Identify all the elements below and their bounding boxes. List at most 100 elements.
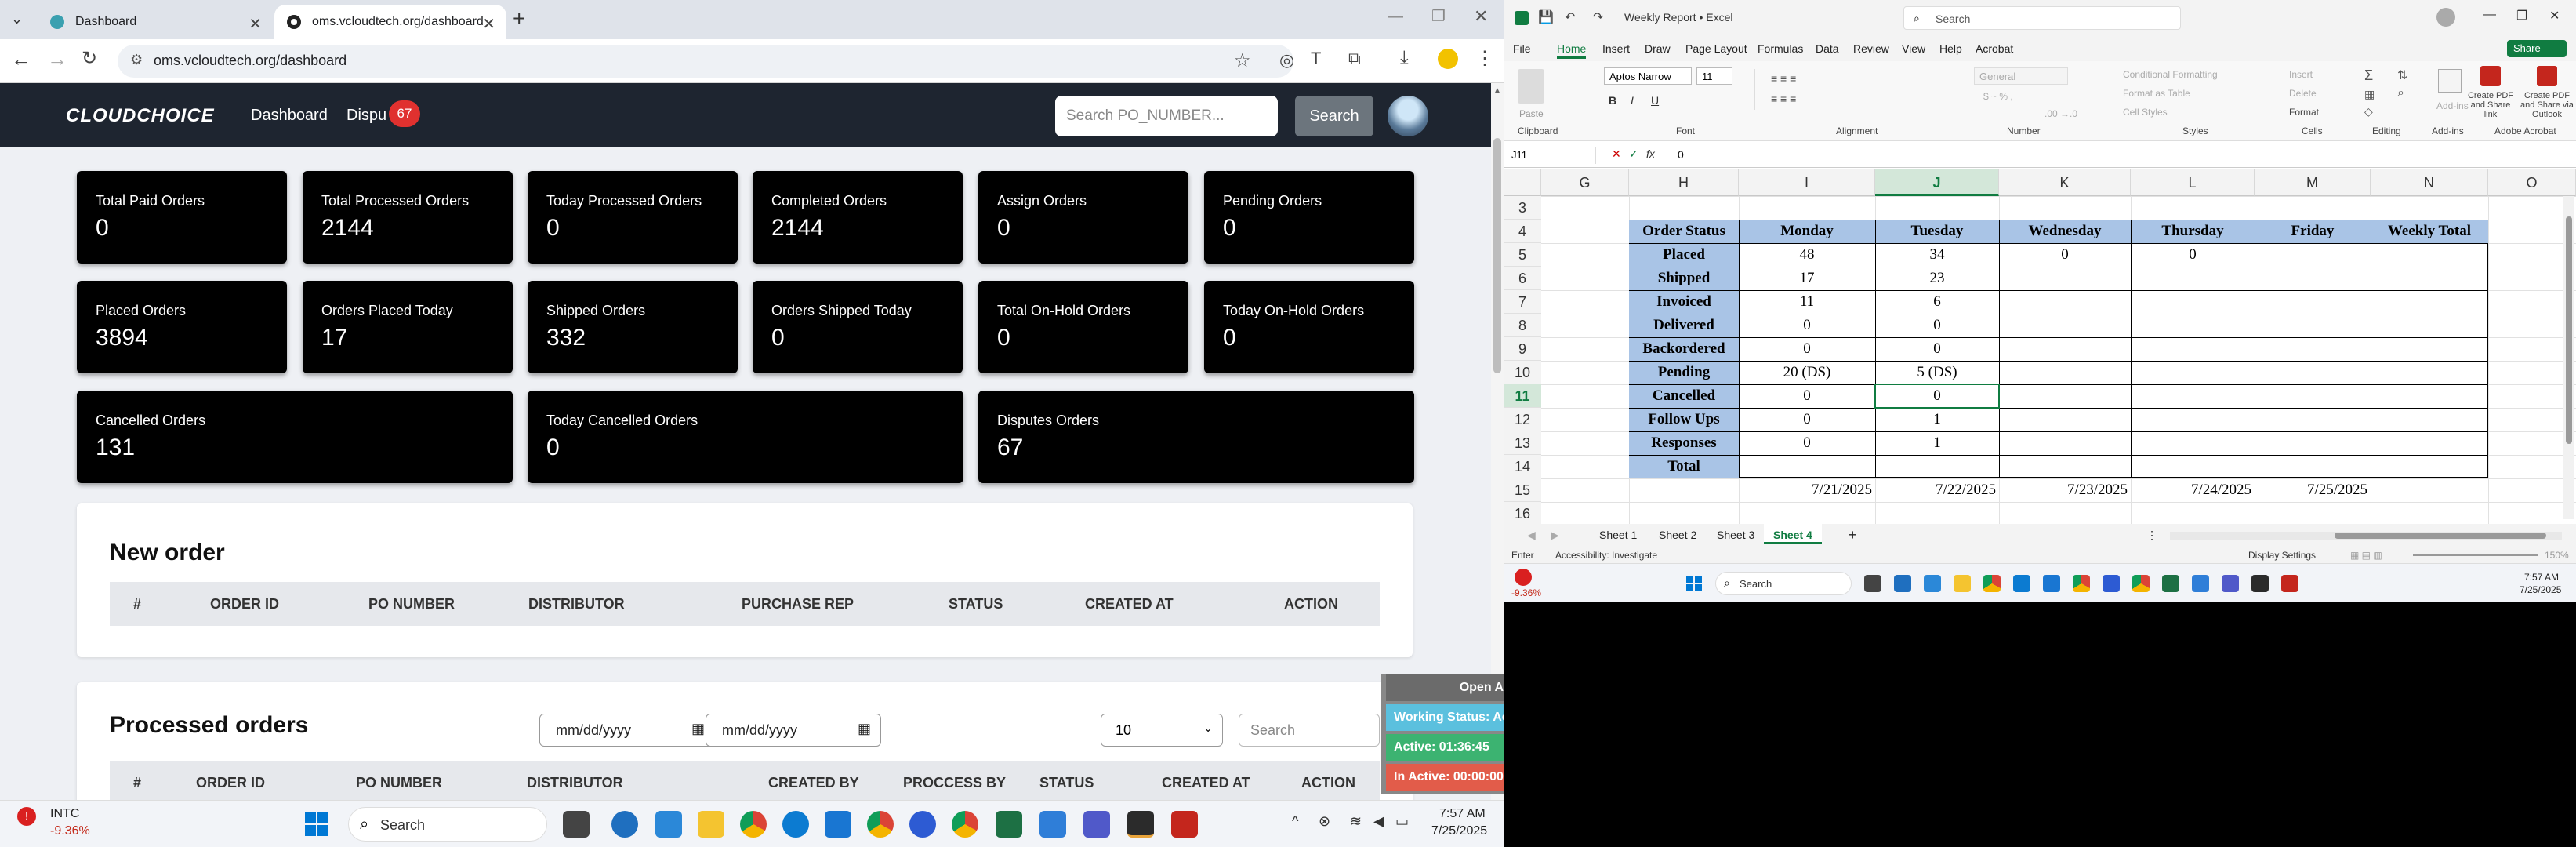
zoom-slider[interactable] <box>2413 554 2538 556</box>
app-icon[interactable] <box>1039 811 1066 838</box>
data-cell[interactable] <box>2371 384 2488 408</box>
stat-card[interactable]: Shipped Orders 332 <box>528 281 738 373</box>
app-icon[interactable] <box>2192 575 2209 592</box>
tab-oms-dashboard[interactable]: oms.vcloudtech.org/dashboard ✕ <box>274 5 506 39</box>
clear-icon[interactable]: ◇ <box>2364 105 2373 118</box>
number-format-select[interactable]: General <box>1974 67 2068 85</box>
nav-disputes[interactable]: Dispu <box>346 107 386 125</box>
create-pdf-icon[interactable] <box>2480 66 2501 86</box>
date-cell[interactable]: 7/23/2025 <box>1999 478 2131 502</box>
show-hidden-icons-icon[interactable]: ^ <box>1292 813 1298 830</box>
date-cell[interactable]: 7/22/2025 <box>1875 478 1999 502</box>
status-label-cell[interactable]: Backordered <box>1629 337 1739 361</box>
data-cell[interactable]: 0 <box>1739 431 1875 455</box>
save-icon[interactable]: 💾 <box>1538 9 1554 25</box>
data-cell[interactable]: 34 <box>1875 243 1999 267</box>
row-header[interactable]: 8 <box>1504 314 1541 337</box>
stat-card[interactable]: Total Paid Orders 0 <box>77 171 287 264</box>
col-header[interactable]: PURCHASE REP <box>742 596 854 613</box>
excel-search-box[interactable]: ⌕ Search <box>1903 6 2181 30</box>
data-cell[interactable]: 11 <box>1739 290 1875 314</box>
stat-card[interactable]: Placed Orders 3894 <box>77 281 287 373</box>
row-header[interactable]: 3 <box>1504 196 1541 220</box>
formula-input[interactable]: 0 <box>1678 148 1684 161</box>
confirm-entry-icon[interactable]: ✓ <box>1629 147 1638 161</box>
redo-icon[interactable]: ↷ <box>1593 9 1603 25</box>
data-cell[interactable] <box>2371 431 2488 455</box>
col-header[interactable]: CREATED BY <box>768 775 859 791</box>
ribbon-tab-file[interactable]: File <box>1513 42 1531 55</box>
col-header[interactable]: DISTRIBUTOR <box>527 775 623 791</box>
share-button[interactable]: Share <box>2507 40 2567 57</box>
back-icon[interactable]: ← <box>11 47 31 71</box>
data-cell[interactable]: 0 <box>1875 337 1999 361</box>
data-cell[interactable]: 23 <box>1875 267 1999 290</box>
acrobat-icon[interactable] <box>1171 811 1198 838</box>
col-header[interactable]: # <box>133 775 141 791</box>
view-buttons[interactable]: ▦ ▤ ▥ <box>2350 550 2382 561</box>
data-cell[interactable] <box>1875 455 1999 478</box>
date-cell[interactable]: 7/24/2025 <box>2131 478 2255 502</box>
taskbar-search-box[interactable]: ⌕ Search <box>1715 572 1852 595</box>
name-box[interactable]: J11 <box>1508 147 1596 164</box>
search-button[interactable]: Search <box>1295 96 1373 136</box>
row-header[interactable]: 13 <box>1504 431 1541 455</box>
app-icon[interactable] <box>611 811 638 838</box>
sheet-options-icon[interactable]: ⋮ <box>2146 529 2157 542</box>
close-window-icon[interactable]: ✕ <box>2549 8 2560 24</box>
clock-date[interactable]: 7/25/2025 <box>1431 824 1487 838</box>
col-header[interactable]: ACTION <box>1301 775 1355 791</box>
row-header[interactable]: 16 <box>1504 502 1541 525</box>
data-cell[interactable]: 0 <box>2131 243 2255 267</box>
data-cell[interactable] <box>1739 455 1875 478</box>
column-header[interactable]: L <box>2131 169 2255 196</box>
col-header[interactable]: # <box>133 596 141 613</box>
data-cell[interactable]: 0 <box>1739 337 1875 361</box>
data-cell[interactable] <box>1999 267 2131 290</box>
data-cell[interactable] <box>2131 361 2255 384</box>
data-cell[interactable] <box>1999 361 2131 384</box>
stat-card[interactable]: Assign Orders 0 <box>978 171 1188 264</box>
date-from-input[interactable]: mm/dd/yyyy ▦ <box>539 714 715 747</box>
reload-icon[interactable]: ↻ <box>82 47 97 70</box>
calendar-icon[interactable]: ▦ <box>858 721 871 737</box>
paste-icon[interactable] <box>1518 69 1544 104</box>
nav-dashboard[interactable]: Dashboard <box>251 107 328 125</box>
data-cell[interactable] <box>2255 431 2371 455</box>
stock-alert-icon[interactable] <box>1515 569 1532 586</box>
data-cell[interactable] <box>1999 314 2131 337</box>
active-cell-J11[interactable] <box>1874 384 2000 409</box>
table-header-cell[interactable]: Thursday <box>2131 220 2255 243</box>
chrome-icon[interactable] <box>2132 575 2150 592</box>
po-search-input[interactable]: Search PO_NUMBER... <box>1055 96 1278 136</box>
data-cell[interactable]: 0 <box>1739 314 1875 337</box>
teams-icon[interactable] <box>1083 811 1110 838</box>
row-header[interactable]: 9 <box>1504 337 1541 361</box>
calendar-icon[interactable]: ▦ <box>691 721 705 737</box>
data-cell[interactable]: 5 (DS) <box>1875 361 1999 384</box>
stat-card[interactable]: Disputes Orders 67 <box>978 391 1414 483</box>
table-header-cell[interactable]: Monday <box>1739 220 1875 243</box>
data-cell[interactable] <box>2131 408 2255 431</box>
data-cell[interactable]: 0 <box>1875 314 1999 337</box>
ribbon-tab-review[interactable]: Review <box>1853 42 1889 55</box>
insert-function-icon[interactable]: fx <box>1646 147 1655 160</box>
table-header-cell[interactable]: Friday <box>2255 220 2371 243</box>
status-label-cell[interactable]: Shipped <box>1629 267 1739 290</box>
app-icon-active[interactable] <box>2251 575 2269 592</box>
data-cell[interactable] <box>2255 361 2371 384</box>
data-cell[interactable] <box>2255 384 2371 408</box>
stat-card[interactable]: Orders Shipped Today 0 <box>753 281 963 373</box>
ribbon-tab-data[interactable]: Data <box>1816 42 1839 55</box>
next-sheet-icon[interactable]: ▶ <box>1551 529 1559 542</box>
omnibox[interactable]: ⚙ oms.vcloudtech.org/dashboard ☆ <box>118 45 1293 78</box>
stat-card[interactable]: Pending Orders 0 <box>1204 171 1414 264</box>
data-cell[interactable] <box>2371 243 2488 267</box>
table-header-cell[interactable]: Tuesday <box>1875 220 1999 243</box>
sort-filter-icon[interactable]: ⇅ <box>2397 67 2407 83</box>
insert-cells-button[interactable]: Insert <box>2289 69 2313 80</box>
file-explorer-icon[interactable] <box>698 811 724 838</box>
accessibility-status[interactable]: Accessibility: Investigate <box>1555 550 1657 561</box>
network-icon[interactable]: ⊗ <box>1319 813 1330 830</box>
bold-button[interactable]: B <box>1609 94 1616 107</box>
